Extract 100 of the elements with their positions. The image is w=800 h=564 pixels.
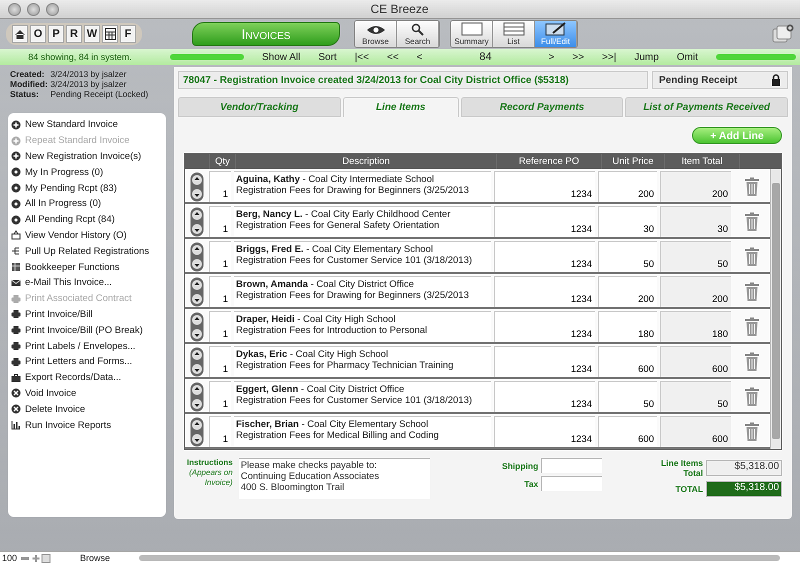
trash-icon[interactable] [744,386,760,406]
home-button[interactable] [12,25,28,43]
nav-link[interactable]: << [386,52,399,62]
po-field[interactable]: 1234 [494,416,595,447]
sidebar-item[interactable]: My In Progress (0) [11,164,163,180]
nav-link[interactable]: >>| [602,52,616,62]
tab[interactable]: Line Items [342,97,459,117]
scrollbar[interactable] [770,169,781,449]
move-up-down-icon[interactable] [190,382,204,412]
move-up-down-icon[interactable] [190,242,204,272]
sidebar-item[interactable]: Print Invoice/Bill (PO Break) [11,322,163,338]
po-field[interactable]: 1234 [494,311,595,342]
description-field[interactable]: Brown, Amanda - Coal City District Office Registration Fees for Drawing for Beginners (3/25/2013 [234,276,491,307]
po-field[interactable]: 1234 [494,171,595,202]
description-field[interactable]: Dykas, Eric - Coal City High School Registration Fees for Pharmacy Technician Training [234,346,491,377]
po-field[interactable]: 1234 [494,381,595,412]
nav-key[interactable]: R [66,25,82,43]
view-button[interactable]: Summary [451,21,493,47]
sidebar-item[interactable]: All In Progress (0) [11,196,163,212]
unit-price-field[interactable]: 50 [598,381,657,412]
close-button[interactable] [8,2,21,16]
mode-button[interactable]: Search [397,21,439,47]
description-field[interactable]: Berg, Nancy L. - Coal City Early Childhood Center Registration Fees for General Safety Orientation [234,206,491,237]
sidebar-item[interactable]: e-Mail This Invoice... [11,274,163,291]
unit-price-field[interactable]: 600 [598,416,657,447]
move-up-down-icon[interactable] [190,416,204,446]
trash-icon[interactable] [744,422,760,442]
move-up-down-icon[interactable] [190,276,204,306]
unit-price-field[interactable]: 180 [598,311,657,342]
view-button[interactable]: List [493,21,535,47]
unit-price-field[interactable]: 600 [598,346,657,377]
qty-field[interactable]: 1 [209,276,231,307]
zoom-controls-icon[interactable] [21,554,52,562]
description-field[interactable]: Fischer, Brian - Coal City Elementary School Registration Fees for Medical Billing and Coding [234,416,491,447]
nav-link[interactable]: < [416,52,423,62]
sidebar-item[interactable]: New Standard Invoice [11,117,163,133]
move-up-down-icon[interactable] [190,206,204,236]
po-field[interactable]: 1234 [494,276,595,307]
nav-link[interactable]: > [548,52,554,62]
nav-link[interactable]: Show All [262,52,300,62]
qty-field[interactable]: 1 [209,346,231,377]
instructions-field[interactable]: Please make checks payable to: Continuing Education Associates 400 S. Bloomington Trail [238,458,430,499]
sidebar-item[interactable]: Export Records/Data... [11,370,163,386]
qty-field[interactable]: 1 [209,171,231,202]
move-up-down-icon[interactable] [190,172,204,202]
move-up-down-icon[interactable] [190,312,204,342]
sidebar-item[interactable]: Print Invoice/Bill [11,306,163,322]
description-field[interactable]: Briggs, Fred E. - Coal City Elementary School Registration Fees for Customer Service 101 (3/18/2013) [234,241,491,272]
sidebar-item[interactable]: My Pending Rcpt (83) [11,180,163,196]
unit-price-field[interactable]: 200 [598,171,657,202]
sidebar-item[interactable]: Void Invoice [11,386,163,402]
sidebar-item[interactable]: Print Labels / Envelopes... [11,338,163,354]
zoom-button[interactable] [46,2,59,16]
move-up-down-icon[interactable] [190,346,204,376]
sidebar-item[interactable]: Pull Up Related Registrations [11,243,163,260]
trash-icon[interactable] [744,352,760,372]
minimize-button[interactable] [27,2,40,16]
nav-key[interactable]: W [84,25,100,43]
qty-field[interactable]: 1 [209,381,231,412]
nav-link[interactable]: Jump [634,52,659,62]
qty-field[interactable]: 1 [209,241,231,272]
description-field[interactable]: Draper, Heidi - Coal City High School Registration Fees for Introduction to Personal [234,311,491,342]
sidebar-item[interactable]: Print Letters and Forms... [11,354,163,370]
trash-icon[interactable] [744,316,760,336]
nav-link[interactable]: Omit [676,52,698,62]
description-field[interactable]: Aguina, Kathy - Coal City Intermediate School Registration Fees for Drawing for Beginners (3/25/2013 [234,171,491,202]
nav-link[interactable]: >> [572,52,584,62]
trash-icon[interactable] [744,282,760,302]
mode-button[interactable]: Browse [355,21,397,47]
shipping-field[interactable] [541,458,602,473]
sidebar-item[interactable]: Bookkeeper Functions [11,259,163,275]
tax-field[interactable] [541,476,602,491]
horizontal-scrollbar[interactable] [139,555,780,561]
trash-icon[interactable] [744,212,760,232]
trash-icon[interactable] [744,246,760,266]
sidebar-item[interactable]: Run Invoice Reports [11,417,163,433]
tab[interactable]: List of Payments Received [625,97,788,117]
unit-price-field[interactable]: 50 [598,241,657,272]
nav-key[interactable]: F [120,25,136,43]
qty-field[interactable]: 1 [209,206,231,237]
nav-link[interactable]: |<< [354,52,369,62]
trash-icon[interactable] [744,176,760,196]
new-window-icon[interactable] [772,24,794,44]
tab[interactable]: Vendor/Tracking [178,97,341,117]
nav-link[interactable]: Sort [318,52,337,62]
sidebar-item[interactable]: All Pending Rcpt (84) [11,212,163,228]
unit-price-field[interactable]: 30 [598,206,657,237]
qty-field[interactable]: 1 [209,311,231,342]
po-field[interactable]: 1234 [494,346,595,377]
unit-price-field[interactable]: 200 [598,276,657,307]
calculator-button[interactable] [102,25,118,43]
nav-key[interactable]: O [30,25,46,43]
po-field[interactable]: 1234 [494,241,595,272]
sidebar-item[interactable]: New Registration Invoice(s) [11,148,163,164]
nav-key[interactable]: P [48,25,64,43]
tab[interactable]: Record Payments [460,97,624,117]
sidebar-item[interactable]: View Vendor History (O) [11,228,163,244]
sidebar-item[interactable]: Delete Invoice [11,401,163,418]
qty-field[interactable]: 1 [209,416,231,447]
po-field[interactable]: 1234 [494,206,595,237]
